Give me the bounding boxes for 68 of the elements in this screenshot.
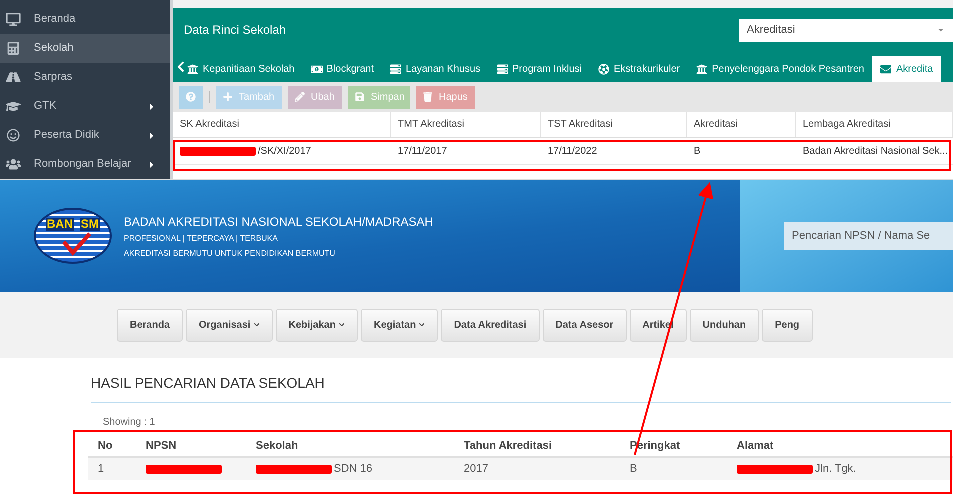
logo-drawing: BAN SM [34, 208, 112, 264]
column-header: No [98, 440, 113, 452]
plus-icon [223, 92, 233, 102]
smiley-icon [6, 129, 21, 142]
nav-item[interactable]: Data Akreditasi [441, 308, 540, 342]
banner-tagline: PROFESIONAL | TEPERCAYA | TERBUKA [124, 232, 279, 244]
table-cell-text: B [694, 144, 701, 158]
table-cell-text: 1 [98, 462, 104, 477]
sidebar-item[interactable]: Rombongan Belajar [0, 150, 170, 179]
column-header: SK Akreditasi [180, 118, 240, 132]
column-header: Lembaga Akreditasi [803, 118, 891, 132]
result-count: Showing : 1 [103, 416, 156, 430]
table-cell-text: 17/11/2017 [398, 144, 448, 158]
table-cell-text: /SK/XI/2017 [258, 144, 312, 158]
tab[interactable]: Akredita [872, 56, 942, 82]
nav-item[interactable]: Kebijakan [276, 308, 358, 342]
column-header: TST Akreditasi [548, 118, 613, 132]
nav-item[interactable]: Kegiatan [360, 308, 438, 342]
table-cell-text: 17/11/2022 [548, 144, 598, 158]
table-row[interactable]: /SK/XI/2017 17/11/2017 17/11/2022 B Badan Akreditasi Nasional Sek... [173, 138, 953, 165]
nav-item[interactable]: Unduhan [690, 308, 760, 342]
envelope-icon [880, 64, 892, 74]
sidebar-item[interactable]: Sekolah [0, 34, 170, 63]
sidebar-item[interactable]: Peserta Didik [0, 121, 170, 150]
table-cell-text: Badan Akreditasi Nasional Sek... [803, 144, 948, 158]
tab[interactable]: Blockgrant [302, 56, 382, 82]
column-header: NPSN [146, 440, 177, 452]
list-icon [390, 64, 402, 74]
column-header: Sekolah [256, 440, 298, 452]
table-cell-text: B [630, 462, 638, 477]
monitor-icon [6, 13, 21, 26]
tab[interactable]: Layanan Khusus [382, 56, 489, 82]
pencil-icon [295, 92, 305, 102]
tab[interactable]: Penyelenggara Pondok Pesantren [688, 56, 872, 82]
trash-icon [423, 92, 433, 102]
users-icon [6, 158, 21, 171]
nav-item[interactable]: Organisasi [186, 308, 273, 342]
tab[interactable]: Kepanitiaan Sekolah [187, 56, 303, 82]
column-header: TMT Akreditasi [398, 118, 464, 132]
banner-title: BADAN AKREDITASI NASIONAL SEKOLAH/MADRASAH [124, 214, 434, 230]
panel-title: Data Rinci Sekolah [184, 22, 286, 39]
results-heading: HASIL PENCARIAN DATA SEKOLAH [91, 373, 951, 403]
banner-motto: AKREDITASI BERMUTU UNTUK PENDIDIKAN BERMUTU [124, 248, 336, 260]
chevron-left-icon[interactable] [177, 61, 185, 73]
tab[interactable]: Ekstrakurikuler [590, 56, 688, 82]
caret-icon [937, 26, 945, 34]
column-header: Tahun Akreditasi [464, 440, 552, 452]
save-icon [355, 92, 365, 102]
list-icon [496, 64, 509, 74]
table-row[interactable]: 1 SDN 16 2017 B Jln. Tgk. [88, 458, 953, 480]
sidebar-item[interactable]: Sarpras [0, 63, 170, 92]
sidebar-item[interactable]: GTK [0, 92, 170, 121]
graduation-cap-icon [6, 100, 21, 113]
nav-item[interactable]: Beranda [117, 308, 184, 342]
nav-item[interactable]: Peng [762, 308, 813, 342]
tab[interactable]: Program Inklusi [488, 56, 590, 82]
column-header: Akreditasi [694, 118, 738, 132]
column-header: Alamat [737, 440, 774, 452]
section-select[interactable]: Akreditasi [739, 18, 953, 42]
sidebar-item[interactable]: Beranda [0, 5, 170, 34]
table-cell-text: 2017 [464, 462, 488, 477]
road-icon [6, 71, 21, 84]
table-cell-text: SDN 16 [334, 462, 373, 477]
nav-item[interactable]: Data Asesor [542, 308, 627, 342]
help-icon [186, 92, 196, 102]
table-cell-text: Jln. Tgk. [815, 462, 856, 477]
search-field[interactable]: Pencarian NPSN / Nama Se [784, 222, 953, 250]
banknote-icon [310, 64, 323, 74]
